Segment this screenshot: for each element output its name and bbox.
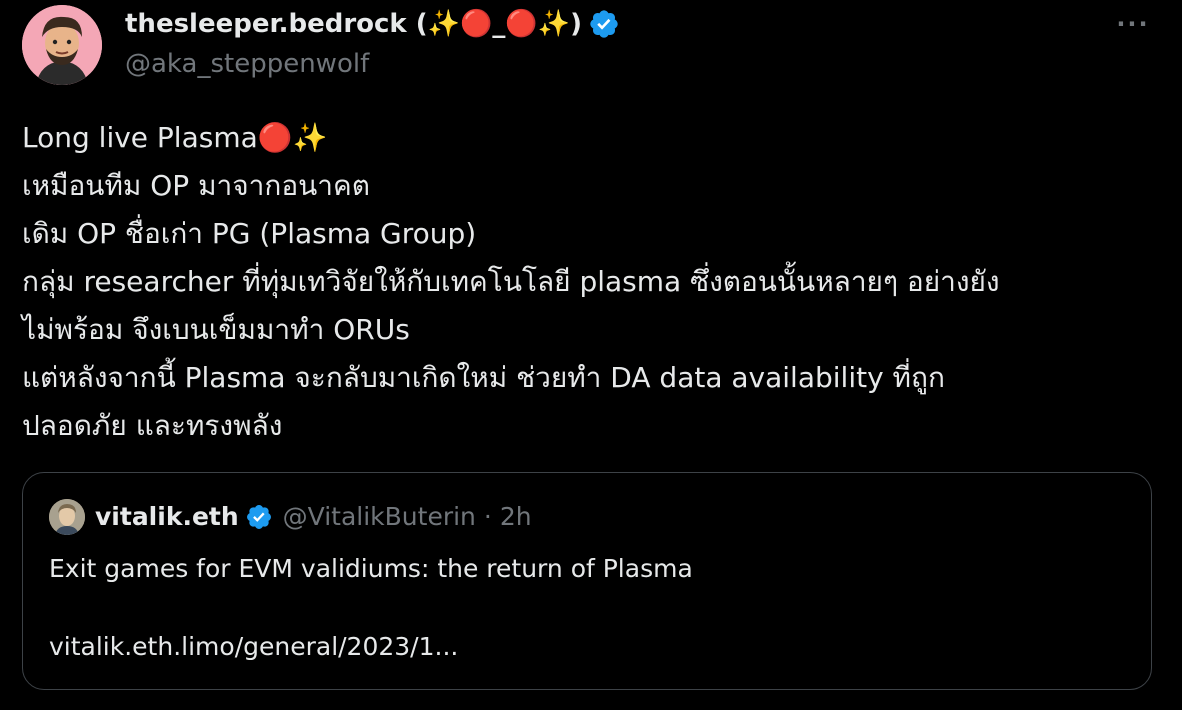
quoted-timestamp[interactable]: 2h [500, 499, 532, 535]
tweet-line: ปลอดภัย และทรงพลัง [22, 409, 283, 442]
tweet-line: เดิม OP ชื่อเก่า PG (Plasma Group) [22, 217, 477, 250]
quoted-author-name[interactable]: vitalik.eth [95, 499, 239, 535]
quoted-tweet-link[interactable]: vitalik.eth.limo/general/2023/1... [49, 627, 458, 667]
author-display-name[interactable]: thesleeper.bedrock (✨🔴_🔴✨) [125, 6, 620, 42]
quoted-avatar-illustration [49, 499, 85, 535]
tweet-body: Long live Plasma🔴✨ เหมือนทีม OP มาจากอนา… [22, 114, 1162, 450]
quoted-tweet-header: vitalik.eth @VitalikButerin · 2h [49, 499, 532, 535]
author-avatar[interactable] [22, 5, 102, 85]
quoted-author-avatar[interactable] [49, 499, 85, 535]
author-handle[interactable]: @aka_steppenwolf [125, 46, 620, 82]
verified-badge-icon[interactable] [588, 8, 620, 40]
tweet-line: Long live Plasma🔴✨ [22, 121, 328, 154]
quoted-tweet-card[interactable]: vitalik.eth @VitalikButerin · 2h Exit ga… [22, 472, 1152, 690]
tweet-line: ไม่พร้อม จึงเบนเข็มมาทำ ORUs [22, 313, 410, 346]
tweet-line: แต่หลังจากนี้ Plasma จะกลับมาเกิดใหม่ ช่… [22, 361, 945, 394]
more-options-icon[interactable]: ··· [1116, 10, 1150, 38]
quoted-tweet-text: Exit games for EVM validiums: the return… [49, 554, 693, 583]
tweet-line: เหมือนทีม OP มาจากอนาคต [22, 169, 370, 202]
separator-dot: · [483, 502, 492, 531]
quoted-verified-badge-icon[interactable] [245, 503, 273, 531]
quoted-author-handle[interactable]: @VitalikButerin [283, 499, 476, 535]
author-name-text[interactable]: thesleeper.bedrock (✨🔴_🔴✨) [125, 6, 582, 42]
tweet-header: thesleeper.bedrock (✨🔴_🔴✨) @aka_steppenw… [125, 6, 620, 82]
avatar-illustration [22, 5, 102, 85]
tweet-line: กลุ่ม researcher ที่ทุ่มเทวิจัยให้กับเทค… [22, 265, 1000, 298]
